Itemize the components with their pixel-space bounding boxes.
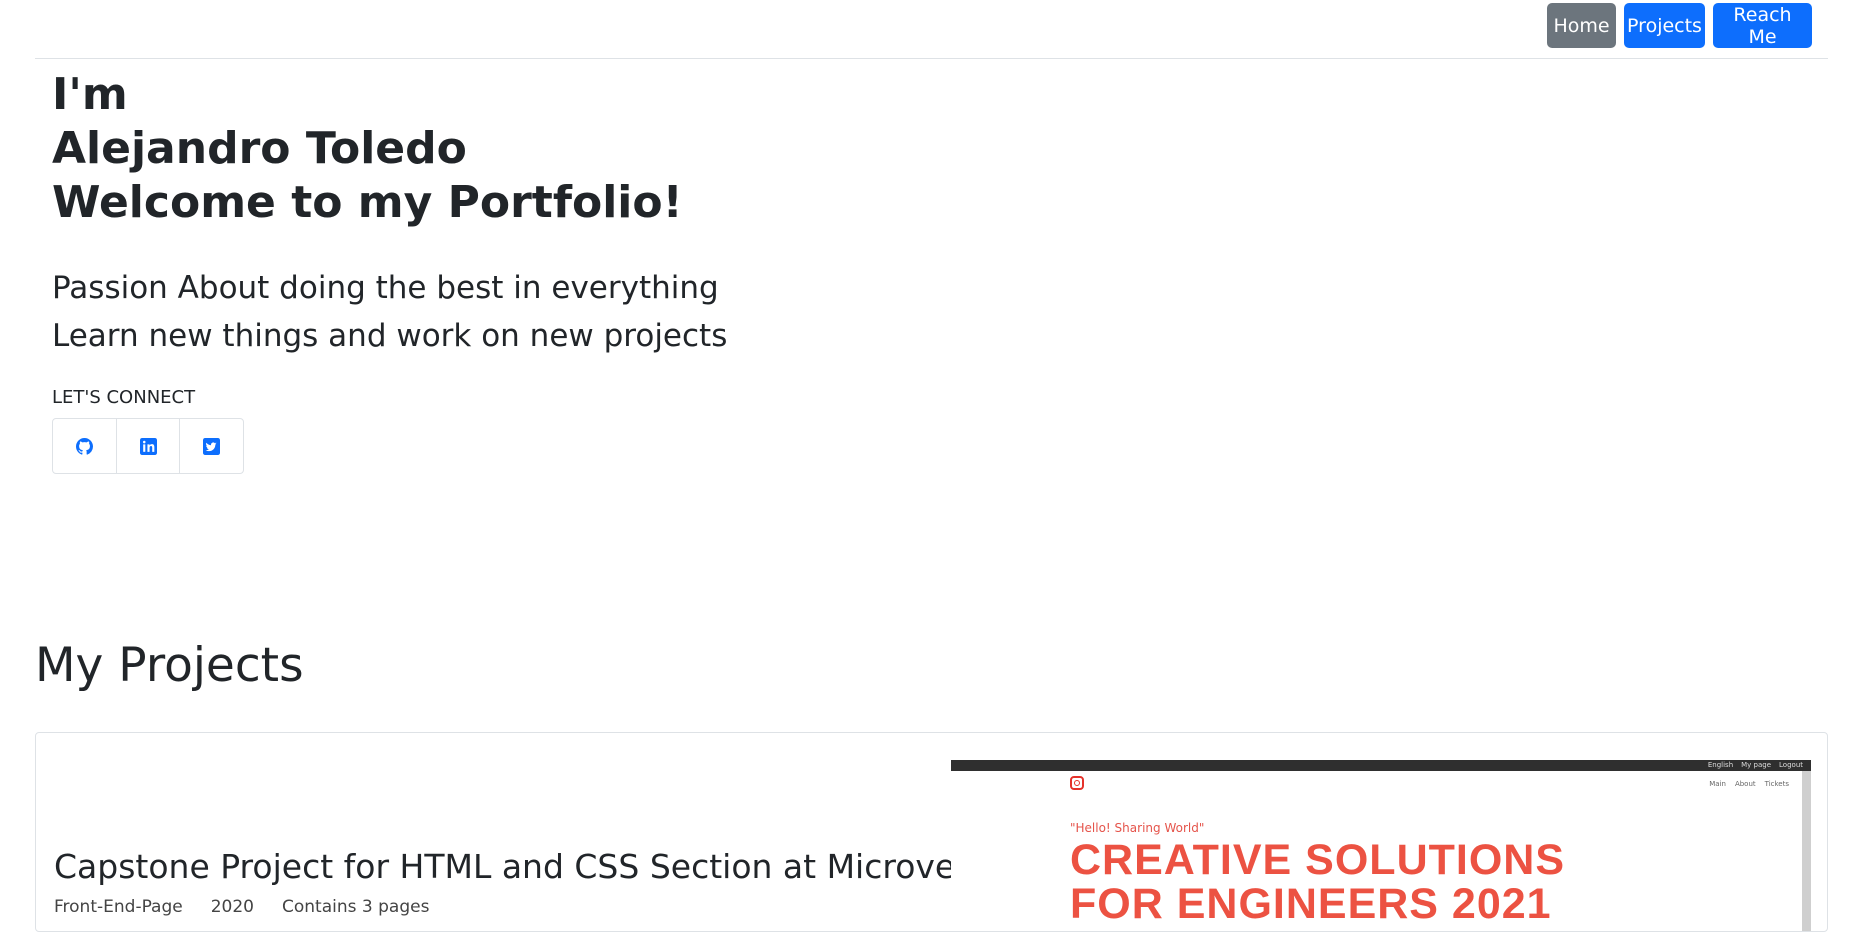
hero-line-intro: I'm — [52, 69, 128, 120]
preview-headline-line-1: CREATIVE SOLUTIONS — [1070, 836, 1566, 884]
hero-heading: I'm Alejandro Toledo Welcome to my Portf… — [52, 68, 683, 230]
home-button[interactable]: Home — [1547, 3, 1616, 48]
connect-label: LET'S CONNECT — [52, 387, 196, 408]
top-navbar: Home Projects Reach Me — [35, 0, 1828, 59]
hero-line-name: Alejandro Toledo — [52, 123, 467, 174]
linkedin-link[interactable] — [117, 419, 181, 473]
preview-instagram-icon — [1070, 776, 1084, 790]
linkedin-icon — [139, 437, 157, 455]
preview-headline-line-2: FOR ENGINEERS 2021 — [1070, 880, 1552, 928]
preview-top-link: Logout — [1779, 761, 1803, 769]
github-link[interactable] — [53, 419, 117, 473]
preview-nav-link: About — [1734, 780, 1756, 788]
github-icon — [75, 437, 93, 455]
project-meta: Front-End-Page 2020 Contains 3 pages — [54, 897, 429, 917]
preview-hello-text: "Hello! Sharing World" — [1070, 821, 1205, 835]
preview-top-bar: English My page Logout — [951, 760, 1811, 771]
project-meta-year: 2020 — [210, 897, 254, 917]
tagline-line-2: Learn new things and work on new project… — [52, 318, 728, 354]
project-title: Capstone Project for HTML and CSS Sectio… — [54, 847, 1007, 886]
twitter-icon — [203, 437, 221, 455]
projects-button[interactable]: Projects — [1624, 3, 1705, 48]
preview-nav-link: Main — [1709, 780, 1726, 788]
preview-top-link: English — [1707, 761, 1734, 769]
hero-tagline: Passion About doing the best in everythi… — [52, 264, 727, 360]
projects-section-title: My Projects — [35, 638, 304, 693]
preview-scrollbar — [1802, 771, 1811, 931]
preview-nav: Main About Tickets — [1709, 780, 1789, 788]
preview-headline: CREATIVE SOLUTIONS FOR ENGINEERS 2021 — [1070, 838, 1565, 926]
reach-me-button[interactable]: Reach Me — [1713, 3, 1812, 48]
project-card: Capstone Project for HTML and CSS Sectio… — [35, 732, 1828, 932]
tagline-line-1: Passion About doing the best in everythi… — [52, 270, 719, 306]
project-meta-type: Front-End-Page — [54, 897, 183, 917]
project-meta-pages: Contains 3 pages — [282, 897, 430, 917]
social-links-group — [52, 418, 244, 474]
hero-line-welcome: Welcome to my Portfolio! — [52, 177, 683, 228]
project-preview-image: English My page Logout Main About Ticket… — [951, 760, 1811, 931]
preview-nav-link: Tickets — [1764, 780, 1789, 788]
twitter-link[interactable] — [180, 419, 243, 473]
preview-top-link: My page — [1741, 761, 1772, 769]
